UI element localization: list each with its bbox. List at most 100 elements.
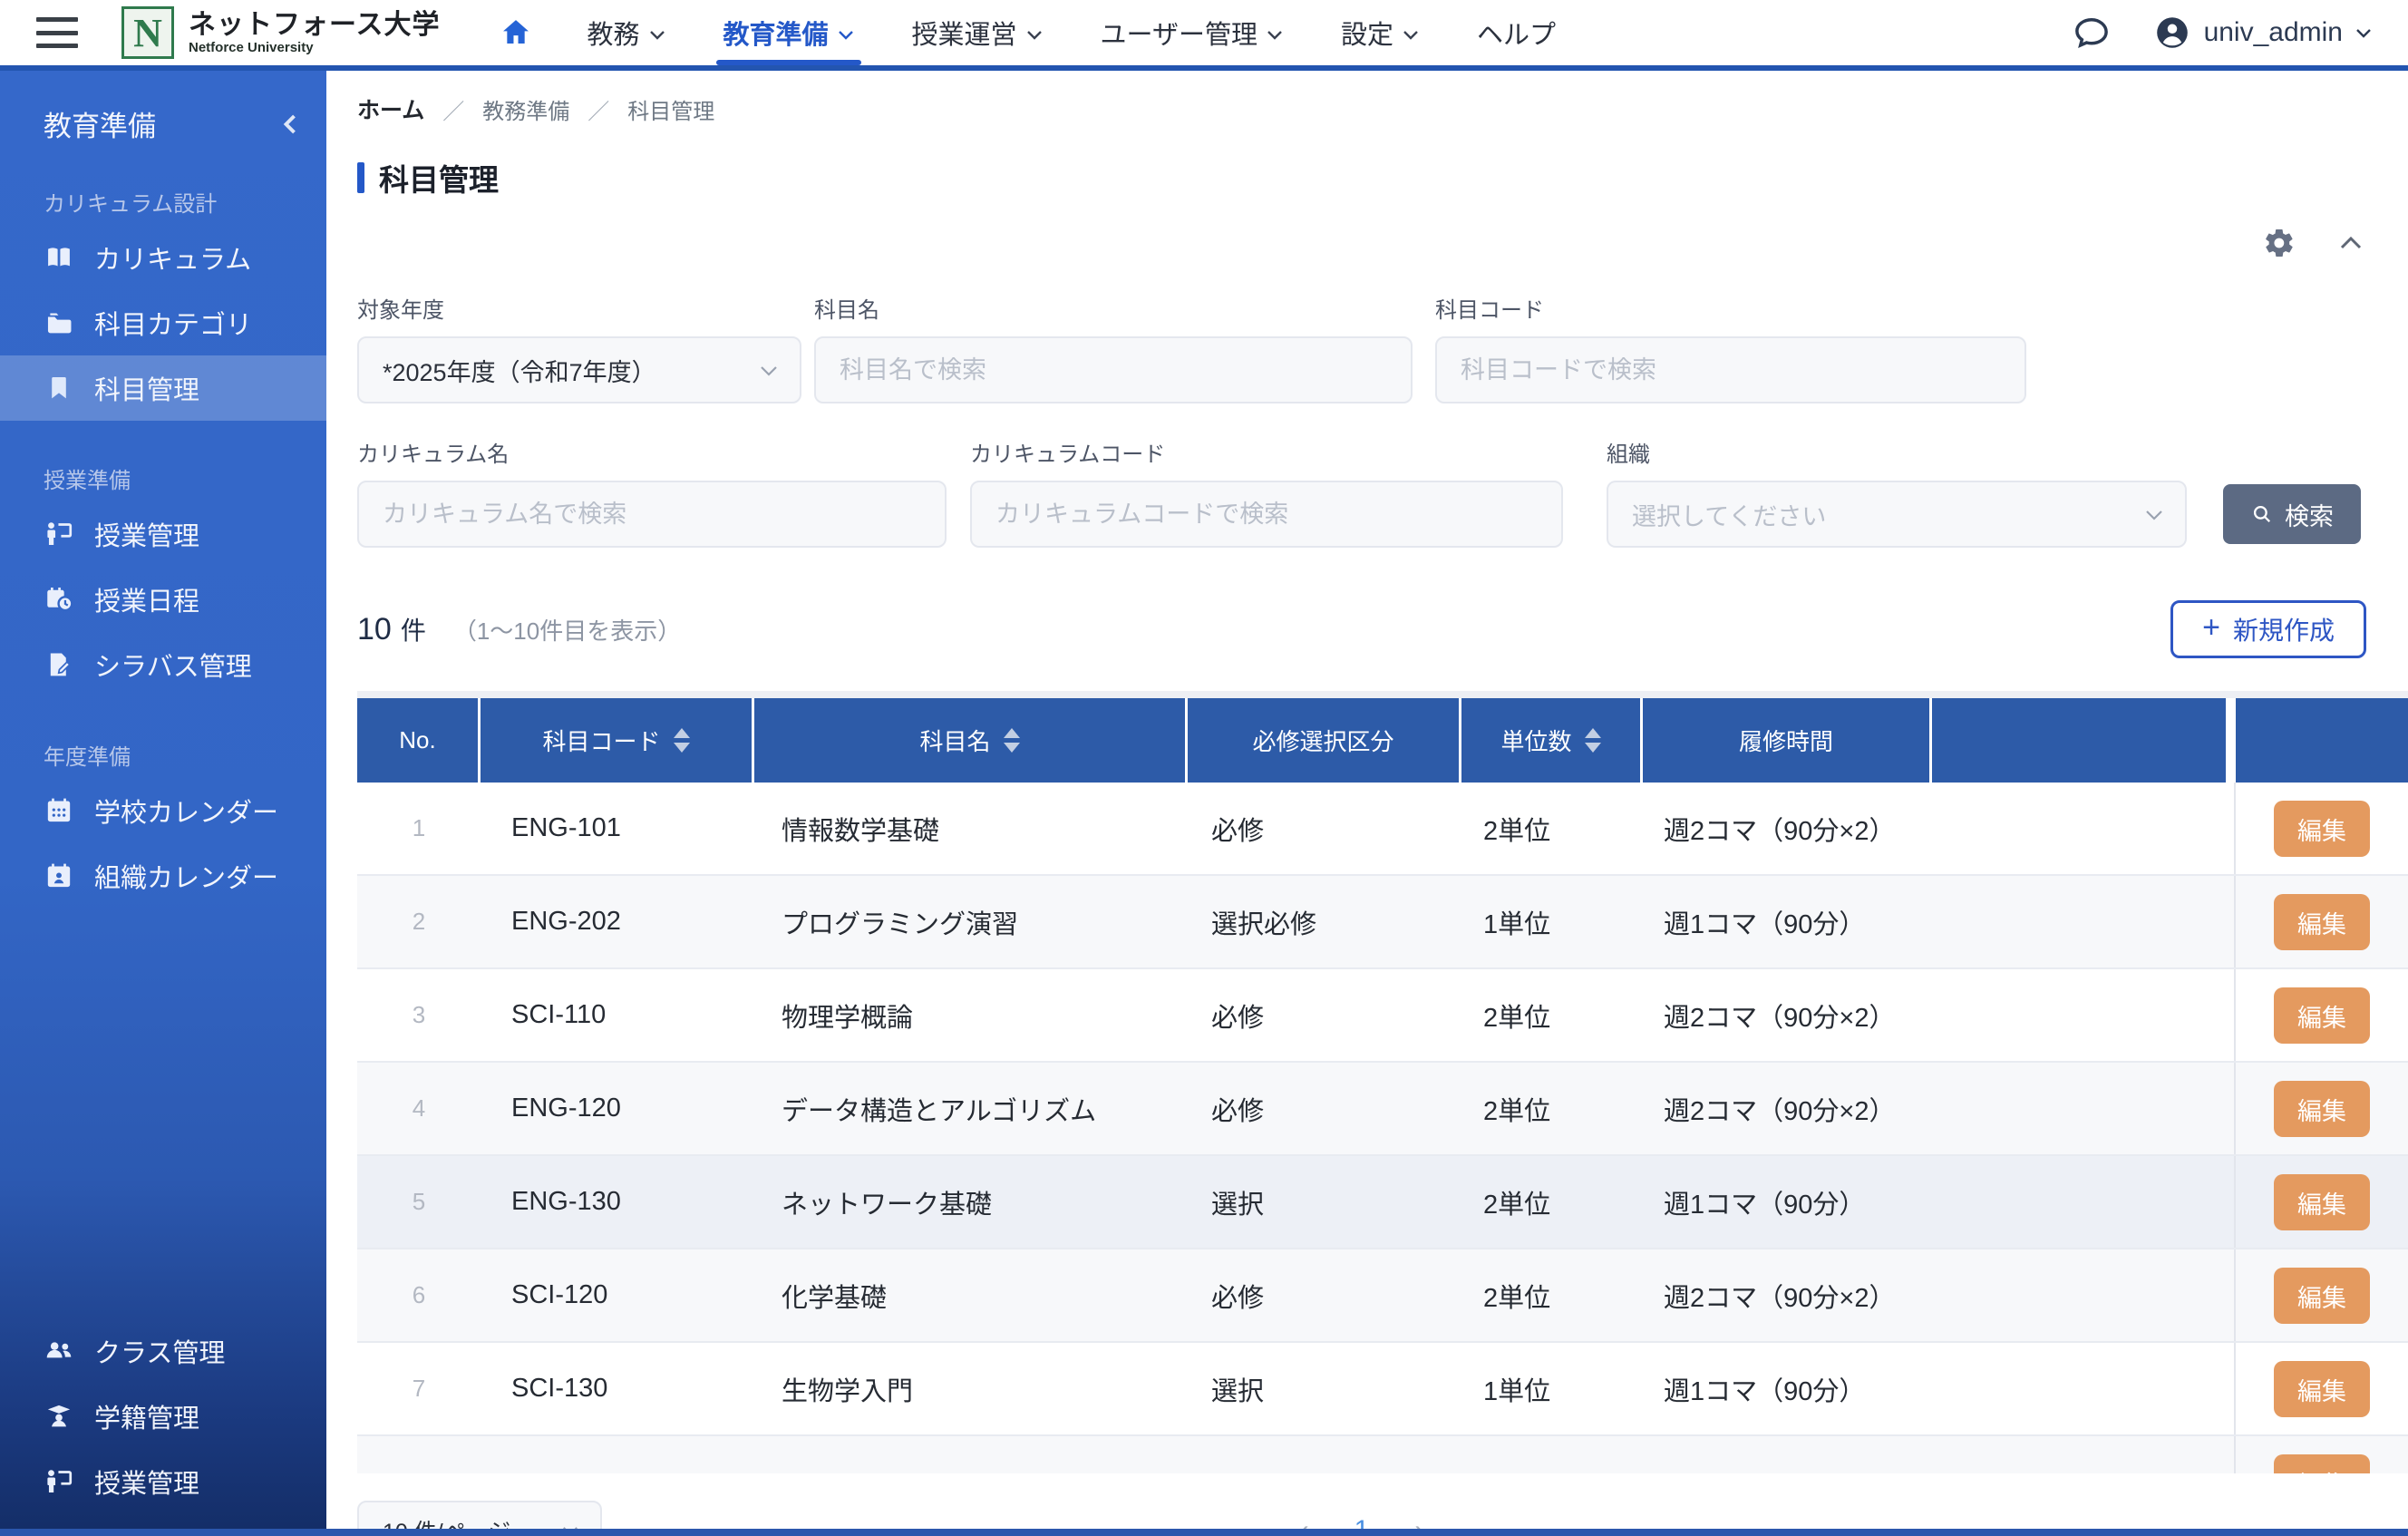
sort-icon[interactable] bbox=[1585, 728, 1601, 753]
book-icon bbox=[44, 242, 74, 273]
edit-button[interactable]: 編集 bbox=[2274, 1174, 2370, 1230]
sidebar-item-lesson-management[interactable]: 授業管理 bbox=[0, 1449, 326, 1514]
user-menu[interactable]: univ_admin bbox=[2153, 14, 2372, 52]
sidebar-item-subject-category[interactable]: 科目カテゴリ bbox=[0, 290, 326, 355]
result-count: 10 bbox=[357, 612, 392, 647]
table-row: 1 ENG-101 情報数学基礎 必修 2単位 週2コマ（90分×2） 編集 bbox=[357, 783, 2408, 876]
chevron-down-icon bbox=[1026, 29, 1043, 40]
username: univ_admin bbox=[2204, 17, 2343, 48]
person-board-icon bbox=[44, 519, 74, 549]
field-label-subject-code: 科目コード bbox=[1435, 292, 2026, 324]
chevron-down-icon bbox=[1403, 29, 1419, 40]
people-icon bbox=[44, 1336, 74, 1366]
sidebar-item-class-group-management[interactable]: クラス管理 bbox=[0, 1318, 326, 1384]
nav-item-settings[interactable]: 設定 bbox=[1312, 0, 1448, 65]
chevron-down-icon bbox=[838, 29, 854, 40]
sidebar-item-org-calendar[interactable]: 組織カレンダー bbox=[0, 843, 326, 909]
table-header-row: No. 科目コード 科目名 必修選択区分 単位数 履修時間 bbox=[357, 698, 2408, 783]
sidebar: 教育準備 カリキュラム設計 カリキュラム 科目カテゴリ 科目管理 授業準備 授業… bbox=[0, 71, 326, 1529]
column-header-course-hours: 履修時間 bbox=[1643, 698, 1932, 783]
pagination-bar: 10 件/ページ ‹ 1 › bbox=[357, 1501, 2366, 1529]
bookmark-icon bbox=[44, 373, 74, 403]
chat-icon[interactable] bbox=[2072, 13, 2112, 53]
column-header-subject-name[interactable]: 科目名 bbox=[754, 698, 1188, 783]
sidebar-item-school-calendar[interactable]: 学校カレンダー bbox=[0, 778, 326, 843]
edit-button[interactable]: 編集 bbox=[2274, 1268, 2370, 1324]
sidebar-item-subject-management[interactable]: 科目管理 bbox=[0, 355, 326, 421]
curriculum-code-input[interactable] bbox=[970, 481, 1563, 548]
column-header-subject-code[interactable]: 科目コード bbox=[481, 698, 754, 783]
pagination-prev[interactable]: ‹ bbox=[1300, 1515, 1309, 1529]
nendo-select[interactable]: *2025年度（令和7年度） bbox=[357, 336, 801, 403]
sidebar-group-class-prep: 授業準備 bbox=[44, 462, 326, 494]
top-navbar: N ネットフォース大学 Netforce University 教務 教育準備 … bbox=[0, 0, 2408, 71]
column-header-empty bbox=[1932, 698, 2226, 783]
gear-icon[interactable] bbox=[2263, 227, 2296, 259]
sort-icon[interactable] bbox=[674, 728, 690, 753]
university-logo[interactable]: N ネットフォース大学 Netforce University bbox=[121, 6, 441, 59]
create-new-button[interactable]: + 新規作成 bbox=[2170, 600, 2366, 658]
sidebar-group-year-prep: 年度準備 bbox=[44, 739, 326, 771]
edit-button[interactable]: 編集 bbox=[2274, 987, 2370, 1044]
nav-item-help[interactable]: ヘルプ bbox=[1448, 0, 1585, 65]
edit-button[interactable]: 編集 bbox=[2274, 894, 2370, 950]
pagination-next[interactable]: › bbox=[1414, 1515, 1423, 1529]
sidebar-item-class-management[interactable]: 授業管理 bbox=[0, 501, 326, 567]
breadcrumb: ホーム ／ 教務準備 ／ 科目管理 bbox=[357, 92, 2408, 125]
logo-subtitle: Netforce University bbox=[189, 40, 441, 55]
breadcrumb-home[interactable]: ホーム bbox=[357, 92, 424, 125]
subject-name-input[interactable] bbox=[814, 336, 1413, 403]
graduate-icon bbox=[44, 1401, 74, 1432]
table-row: 3 SCI-110 物理学概論 必修 2単位 週2コマ（90分×2） 編集 bbox=[357, 969, 2408, 1063]
title-accent-bar bbox=[357, 162, 364, 193]
search-icon bbox=[2250, 502, 2274, 526]
breadcrumb-kyomu-junbi[interactable]: 教務準備 bbox=[482, 93, 569, 125]
main-nav: 教務 教育準備 授業運営 ユーザー管理 設定 ヘルプ bbox=[558, 0, 1586, 65]
field-label-nendo: 対象年度 bbox=[357, 292, 801, 324]
edit-button[interactable]: 編集 bbox=[2274, 801, 2370, 857]
sidebar-item-syllabus-management[interactable]: シラバス管理 bbox=[0, 632, 326, 697]
edit-button[interactable]: 編集 bbox=[2274, 1361, 2370, 1417]
person-board-icon bbox=[44, 1466, 74, 1497]
table-row: 2 ENG-202 プログラミング演習 選択必修 1単位 週1コマ（90分） 編… bbox=[357, 876, 2408, 969]
sidebar-footer: クラス管理 学籍管理 授業管理 bbox=[0, 1318, 326, 1529]
pagination-page-1[interactable]: 1 bbox=[1354, 1515, 1370, 1529]
chevron-down-icon bbox=[562, 1525, 578, 1529]
collapse-filters-icon[interactable] bbox=[2339, 236, 2363, 250]
column-header-requirement-type: 必修選択区分 bbox=[1188, 698, 1461, 783]
sidebar-group-curriculum-design: カリキュラム設計 bbox=[44, 186, 326, 218]
subject-code-input[interactable] bbox=[1435, 336, 2026, 403]
logo-mark: N bbox=[121, 6, 174, 59]
organization-select[interactable]: 選択してください bbox=[1607, 481, 2187, 548]
column-header-actions bbox=[2236, 698, 2408, 783]
bottom-accent-strip bbox=[0, 1529, 2408, 1536]
document-pencil-icon bbox=[44, 649, 74, 680]
hamburger-menu-icon[interactable] bbox=[36, 17, 78, 48]
curriculum-name-input[interactable] bbox=[357, 481, 947, 548]
page-title: 科目管理 bbox=[379, 156, 499, 199]
edit-button[interactable]: 編集 bbox=[2274, 1081, 2370, 1137]
table-top-strip bbox=[357, 691, 2408, 698]
column-header-credits[interactable]: 単位数 bbox=[1461, 698, 1643, 783]
sidebar-collapse-icon[interactable] bbox=[281, 113, 299, 135]
nav-item-kyoiku-junbi[interactable]: 教育準備 bbox=[694, 0, 883, 65]
sort-icon[interactable] bbox=[1004, 728, 1020, 753]
page-size-select[interactable]: 10 件/ページ bbox=[357, 1501, 602, 1529]
sidebar-title: 教育準備 bbox=[44, 103, 156, 144]
calendar-person-icon bbox=[44, 860, 74, 891]
field-label-curriculum-code: カリキュラムコード bbox=[970, 436, 1563, 468]
calendar-clock-icon bbox=[44, 584, 74, 615]
chevron-down-icon bbox=[2145, 509, 2163, 520]
sidebar-item-class-schedule[interactable]: 授業日程 bbox=[0, 567, 326, 632]
field-label-organization: 組織 bbox=[1607, 436, 2187, 468]
table-row: 6 SCI-120 化学基礎 必修 2単位 週2コマ（90分×2） 編集 bbox=[357, 1249, 2408, 1343]
sidebar-item-curriculum[interactable]: カリキュラム bbox=[0, 225, 326, 290]
sidebar-item-student-records[interactable]: 学籍管理 bbox=[0, 1384, 326, 1449]
search-button[interactable]: 検索 bbox=[2223, 484, 2361, 544]
nav-item-jugyo-unei[interactable]: 授業運営 bbox=[883, 0, 1072, 65]
edit-button[interactable]: 編集 bbox=[2274, 1454, 2370, 1473]
nav-item-kyomu[interactable]: 教務 bbox=[558, 0, 694, 65]
table-row: 7 SCI-130 生物学入門 選択 1単位 週1コマ（90分） 編集 bbox=[357, 1343, 2408, 1436]
home-icon[interactable] bbox=[499, 15, 533, 50]
nav-item-user-kanri[interactable]: ユーザー管理 bbox=[1072, 0, 1312, 65]
